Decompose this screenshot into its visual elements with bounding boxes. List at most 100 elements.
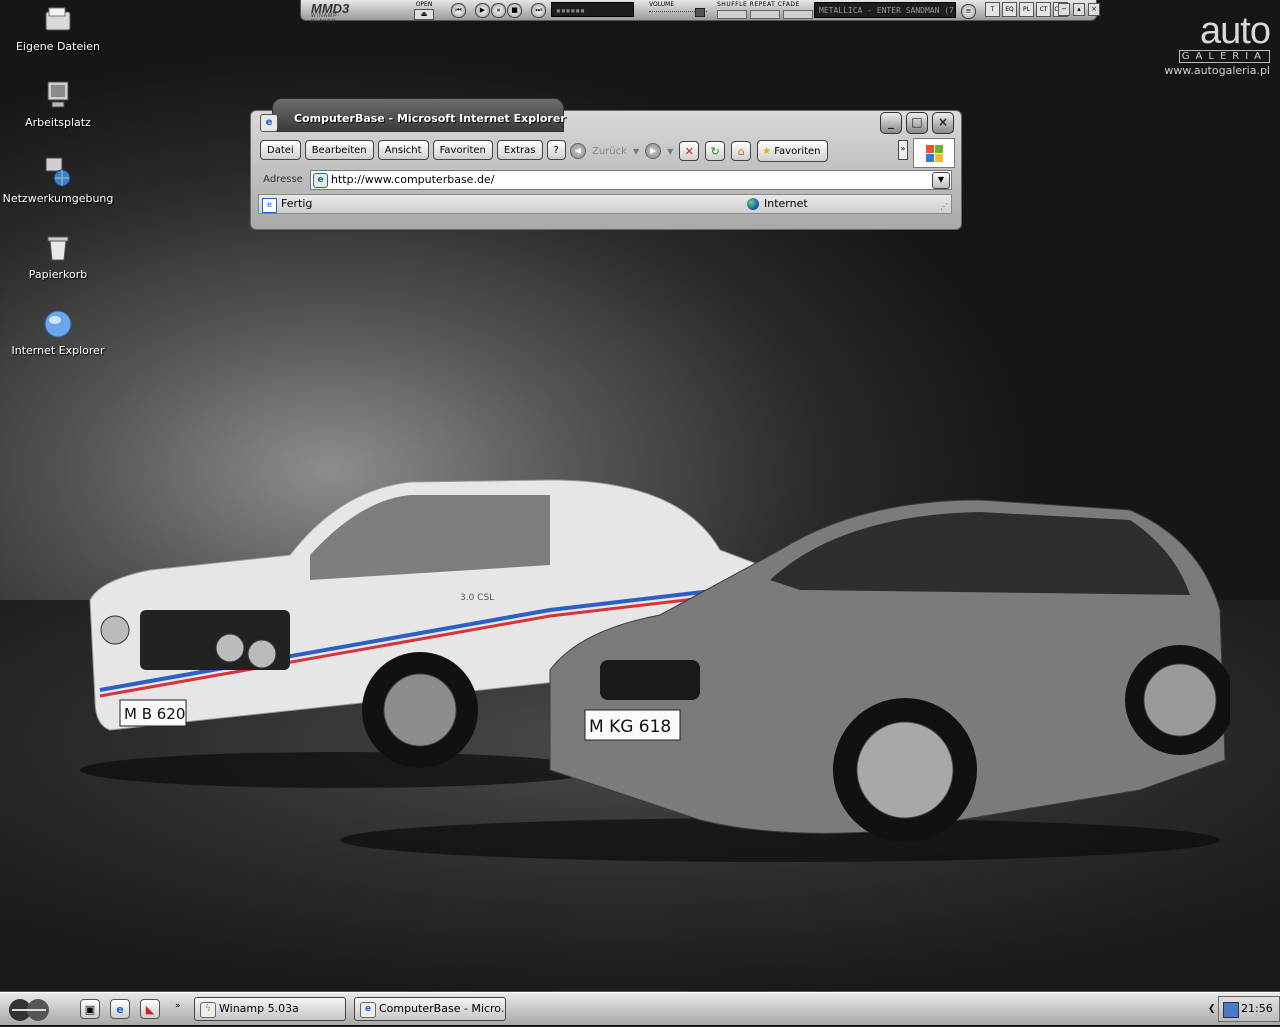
forward-arrow-icon[interactable]: ▶ bbox=[645, 143, 662, 159]
close-icon[interactable]: × bbox=[1088, 3, 1100, 16]
tab-pl[interactable]: PL bbox=[1019, 2, 1034, 17]
status-bar: e Fertig Internet ⋰ bbox=[258, 194, 952, 214]
tab-t[interactable]: T bbox=[985, 2, 1000, 17]
address-dropdown-icon[interactable]: ▼ bbox=[932, 172, 950, 189]
quicklaunch-desktop-icon[interactable]: ▣ bbox=[80, 999, 100, 1019]
winamp-player[interactable]: MMD3 WINAMP-PLAYER OPEN ⏏ ⏮ ▶ ⏸ ■ ⏭ ▪▪▪▪▪▪… bbox=[300, 0, 1100, 25]
logo-quad-green bbox=[935, 145, 943, 153]
windows-logo-icon bbox=[913, 138, 955, 168]
quicklaunch-app-icon[interactable]: ◣ bbox=[140, 999, 160, 1019]
menu-button[interactable]: ≡ bbox=[961, 4, 976, 19]
white-coupe-light bbox=[100, 615, 130, 645]
system-tray: 21:56 bbox=[1218, 996, 1280, 1022]
winamp-open-button[interactable]: OPEN ⏏ bbox=[413, 1, 435, 20]
start-button[interactable] bbox=[4, 994, 58, 1024]
pause-button[interactable]: ⏸ bbox=[491, 3, 506, 18]
desktop-icon-internet-explorer[interactable]: Internet Explorer bbox=[0, 308, 116, 357]
modes-label: SHUFFLE REPEAT CFADE bbox=[717, 1, 800, 8]
status-text: Fertig bbox=[281, 197, 313, 210]
internet-zone-icon bbox=[747, 198, 759, 210]
desktop-icon-label: Arbeitsplatz bbox=[25, 116, 91, 129]
quicklaunch-chevron-icon[interactable]: » bbox=[175, 1001, 181, 1011]
recycle-bin-icon bbox=[42, 232, 74, 264]
ie-window-controls: _ □ × bbox=[880, 112, 954, 134]
menu-help[interactable]: ? bbox=[546, 140, 566, 160]
ie-window[interactable]: e ComputerBase - Microsoft Internet Expl… bbox=[250, 98, 962, 230]
internet-explorer-icon bbox=[42, 308, 74, 340]
refresh-icon[interactable]: ↻ bbox=[705, 141, 726, 161]
tray-expand-icon[interactable]: ❮ bbox=[1208, 1000, 1218, 1018]
plate-right-text: M KG 618 bbox=[589, 717, 671, 737]
menu-favoriten[interactable]: Favoriten bbox=[432, 140, 493, 160]
play-button[interactable]: ▶ bbox=[475, 3, 490, 18]
page-status-icon: e bbox=[262, 198, 277, 213]
address-label: Adresse bbox=[263, 174, 303, 185]
desktop-icon-my-computer[interactable]: Arbeitsplatz bbox=[0, 80, 116, 129]
quicklaunch-ie-icon[interactable]: e bbox=[110, 999, 130, 1019]
winamp-tabs: T EQ PL CT CFG bbox=[985, 2, 1068, 17]
menu-datei[interactable]: Datei bbox=[260, 140, 301, 160]
volume-knob[interactable] bbox=[695, 8, 705, 17]
address-input[interactable]: http://www.computerbase.de/ bbox=[310, 170, 952, 190]
stop-icon[interactable]: ✕ bbox=[679, 141, 700, 161]
brand-url: www.autogaleria.pl bbox=[1164, 64, 1270, 77]
volume-control[interactable]: VOLUME bbox=[649, 1, 707, 17]
back-button-label[interactable]: Zurück bbox=[592, 146, 627, 157]
grey-coupe-rim bbox=[1143, 663, 1217, 737]
track-title-display[interactable]: METALLICA - ENTER SANDMAN (7:39) bbox=[814, 2, 956, 18]
coupe-badge-text: 3.0 CSL bbox=[460, 593, 494, 603]
network-tray-icon[interactable] bbox=[1223, 1002, 1239, 1018]
maximize-icon[interactable]: □ bbox=[906, 112, 928, 134]
toolbar-chevron-icon[interactable]: » bbox=[898, 140, 908, 160]
tab-ct[interactable]: CT bbox=[1036, 2, 1051, 17]
menu-extras[interactable]: Extras bbox=[496, 140, 543, 160]
my-documents-icon bbox=[42, 4, 74, 36]
back-dropdown-icon[interactable]: ▼ bbox=[633, 147, 639, 156]
desktop-icon-network[interactable]: Netzwerkumgebung bbox=[0, 156, 116, 205]
stop-button[interactable]: ■ bbox=[507, 3, 522, 18]
logo-quad-red bbox=[926, 145, 934, 153]
minimize-icon[interactable]: _ bbox=[880, 112, 902, 134]
tab-eq[interactable]: EQ bbox=[1002, 2, 1017, 17]
ie-window-title: ComputerBase - Microsoft Internet Explor… bbox=[294, 112, 566, 125]
clock[interactable]: 21:56 bbox=[1241, 997, 1273, 1021]
repeat-toggle[interactable] bbox=[750, 10, 780, 19]
task-label: ComputerBase - Micro... bbox=[379, 1002, 506, 1015]
close-icon[interactable]: × bbox=[932, 112, 954, 134]
task-computerbase[interactable]: e ComputerBase - Micro... bbox=[354, 997, 506, 1021]
white-coupe-light bbox=[215, 633, 245, 663]
favorites-button-label: Favoriten bbox=[774, 145, 821, 157]
shade-icon[interactable]: ▴ bbox=[1073, 3, 1085, 16]
prev-button[interactable]: ⏮ bbox=[451, 3, 466, 18]
plate-left-text: M B 620 bbox=[124, 705, 185, 723]
minimize-icon[interactable]: − bbox=[1058, 3, 1070, 16]
eject-icon: ⏏ bbox=[414, 9, 434, 20]
page-ie-icon: e bbox=[313, 173, 328, 188]
winamp-open-label: OPEN bbox=[415, 1, 433, 8]
wallpaper-cars: M B 620 3.0 CSL M KG 618 bbox=[80, 479, 1230, 862]
ie-nav-toolbar: ◀ Zurück ▼ ▶ ▼ ✕ ↻ ⌂ ★ Favoriten bbox=[570, 140, 828, 162]
crossfade-toggle[interactable] bbox=[783, 10, 813, 19]
resize-grip-icon[interactable]: ⋰ bbox=[940, 202, 948, 211]
address-bar: Adresse http://www.computerbase.de/ e ▼ bbox=[258, 170, 952, 190]
volume-label: VOLUME bbox=[649, 1, 675, 8]
start-logo-icon bbox=[9, 999, 49, 1021]
winamp-icon: ϟ bbox=[200, 1002, 216, 1018]
ie-menu-bar: Datei Bearbeiten Ansicht Favoriten Extra… bbox=[260, 140, 566, 160]
white-coupe-light bbox=[247, 639, 277, 669]
playback-modes: SHUFFLE REPEAT CFADE bbox=[717, 1, 813, 19]
shuffle-toggle[interactable] bbox=[717, 10, 747, 19]
ie-app-icon[interactable]: e bbox=[260, 114, 278, 132]
back-arrow-icon[interactable]: ◀ bbox=[570, 143, 586, 159]
favorites-button[interactable]: ★ Favoriten bbox=[757, 140, 828, 162]
desktop-icon-my-documents[interactable]: Eigene Dateien bbox=[0, 4, 116, 53]
desktop-icon-recycle-bin[interactable]: Papierkorb bbox=[0, 232, 116, 281]
desktop-icon-label: Eigene Dateien bbox=[15, 40, 101, 53]
home-icon[interactable]: ⌂ bbox=[731, 141, 752, 161]
menu-ansicht[interactable]: Ansicht bbox=[377, 140, 429, 160]
forward-dropdown-icon[interactable]: ▼ bbox=[667, 147, 673, 156]
volume-slider[interactable] bbox=[649, 8, 707, 17]
task-winamp[interactable]: ϟ Winamp 5.03a bbox=[194, 997, 346, 1021]
next-button[interactable]: ⏭ bbox=[531, 3, 546, 18]
menu-bearbeiten[interactable]: Bearbeiten bbox=[304, 140, 374, 160]
